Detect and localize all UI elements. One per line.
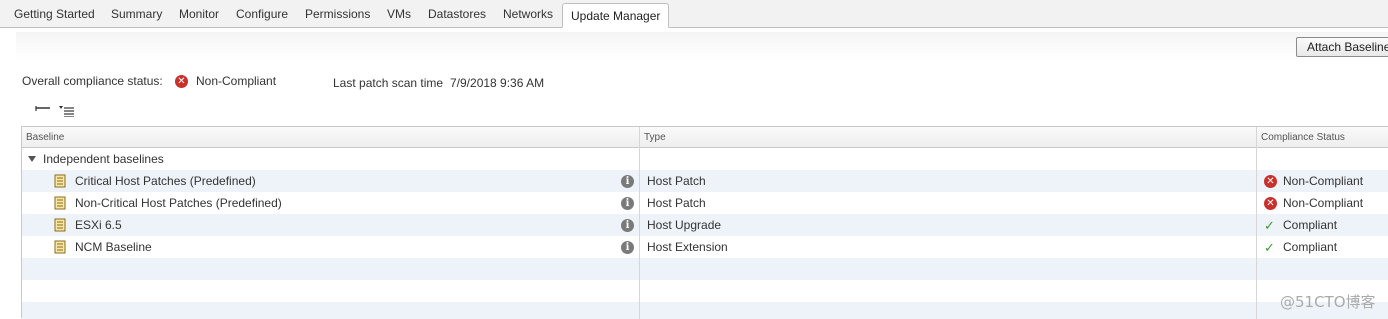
watermark: @51CTO博客 <box>1280 293 1376 311</box>
tab-update-manager[interactable]: Update Manager <box>562 3 670 28</box>
group-label: Independent baselines <box>43 152 164 166</box>
baseline-name: NCM Baseline <box>75 240 152 254</box>
tab-configure[interactable]: Configure <box>236 5 288 23</box>
attach-baseline-button[interactable]: Attach Baseline... <box>1296 37 1388 57</box>
tab-networks[interactable]: Networks <box>503 5 553 23</box>
compliance-status: Non-Compliant <box>1283 174 1364 188</box>
baseline-name: Critical Host Patches (Predefined) <box>75 174 256 188</box>
column-header-compliance[interactable]: Compliance Status <box>1257 127 1345 148</box>
empty-row <box>22 280 1388 302</box>
table-row[interactable]: Critical Host Patches (Predefined) i Hos… <box>22 170 1388 192</box>
baseline-icon <box>54 174 66 188</box>
baselines-grid: Baseline Type Compliance Status Independ… <box>21 126 1388 319</box>
baseline-name: ESXi 6.5 <box>75 218 122 232</box>
baseline-icon <box>54 196 66 210</box>
baseline-icon <box>54 218 66 232</box>
tab-summary[interactable]: Summary <box>111 5 162 23</box>
tab-bar: Getting Started Summary Monitor Configur… <box>0 0 1388 28</box>
info-icon[interactable]: i <box>621 175 634 188</box>
table-row[interactable]: NCM Baseline i Host Extension ✓ Complian… <box>22 236 1388 258</box>
check-icon: ✓ <box>1264 218 1275 233</box>
tab-getting-started[interactable]: Getting Started <box>14 5 95 23</box>
compliance-status: Non-Compliant <box>1283 196 1364 210</box>
tab-monitor[interactable]: Monitor <box>179 5 219 23</box>
check-icon: ✓ <box>1264 240 1275 255</box>
error-icon: ✕ <box>175 75 188 88</box>
tab-datastores[interactable]: Datastores <box>428 5 486 23</box>
group-row[interactable]: Independent baselines <box>22 148 1388 170</box>
table-row[interactable]: Non-Critical Host Patches (Predefined) i… <box>22 192 1388 214</box>
scan-time-value: 7/9/2018 9:36 AM <box>450 76 545 90</box>
tab-vms[interactable]: VMs <box>387 5 411 23</box>
collapse-arrow-icon[interactable] <box>28 156 36 162</box>
baseline-type: Host Patch <box>647 174 706 188</box>
tab-permissions[interactable]: Permissions <box>305 5 370 23</box>
info-icon[interactable]: i <box>621 219 634 232</box>
table-row[interactable]: ESXi 6.5 i Host Upgrade ✓ Compliant <box>22 214 1388 236</box>
empty-row <box>22 258 1388 280</box>
compliance-status: Compliant <box>1283 218 1338 232</box>
scan-time-label: Last patch scan time <box>333 76 444 90</box>
compliance-status-label: Overall compliance status: <box>22 74 163 88</box>
compliance-status: Compliant <box>1283 240 1338 254</box>
column-divider[interactable] <box>639 127 640 319</box>
empty-row <box>22 302 1388 319</box>
info-icon[interactable]: i <box>621 241 634 254</box>
column-header-type[interactable]: Type <box>640 127 666 148</box>
baseline-icon <box>54 240 66 254</box>
grid-header: Baseline Type Compliance Status <box>22 127 1388 148</box>
column-divider[interactable] <box>1256 127 1257 319</box>
action-strip <box>16 32 1388 62</box>
error-icon: ✕ <box>1264 197 1277 210</box>
baseline-type: Host Upgrade <box>647 218 722 232</box>
column-options-icon[interactable] <box>58 103 74 117</box>
column-header-baseline[interactable]: Baseline <box>22 127 64 148</box>
baseline-type: Host Patch <box>647 196 706 210</box>
compliance-status-value: Non-Compliant <box>196 74 277 88</box>
baseline-name: Non-Critical Host Patches (Predefined) <box>75 196 282 210</box>
baseline-type: Host Extension <box>647 240 728 254</box>
expand-all-icon[interactable] <box>35 103 51 117</box>
info-icon[interactable]: i <box>621 197 634 210</box>
error-icon: ✕ <box>1264 175 1277 188</box>
